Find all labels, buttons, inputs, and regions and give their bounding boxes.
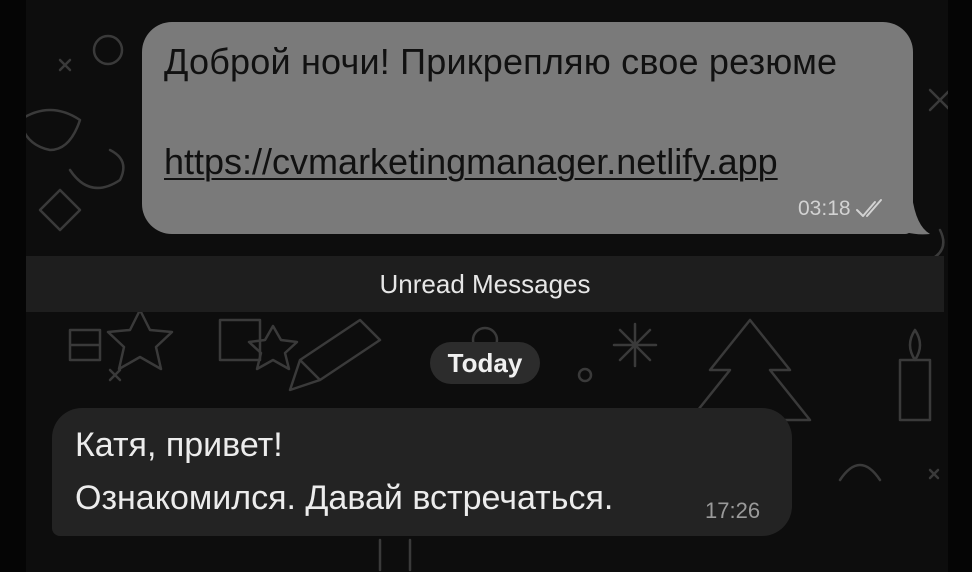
doodle-circle-icon	[92, 34, 124, 66]
screen-edge-right	[948, 0, 972, 572]
date-separator-label: Today	[447, 347, 523, 378]
doodle-tree-icon	[688, 318, 812, 422]
screen-edge-left	[0, 0, 26, 572]
doodle-sparkle-4-icon	[928, 88, 952, 112]
doodle-star-icon	[106, 308, 174, 371]
double-check-icon	[855, 199, 882, 217]
doodle-sparkle-icon	[58, 58, 72, 72]
incoming-message-time: 17:26	[705, 498, 761, 523]
doodle-leaf-icon	[18, 108, 82, 152]
resume-link[interactable]: https://cvmarketingmanager.netlify.app	[164, 138, 778, 186]
doodle-star-small-icon	[247, 324, 299, 371]
doodle-arc-icon	[838, 463, 882, 482]
doodle-pencil-icon	[288, 318, 382, 392]
unread-messages-label: Unread Messages	[379, 268, 591, 299]
chat-view: Доброй ночи! Прикрепляю свое резюме http…	[0, 0, 972, 572]
doodle-snowflake-icon	[612, 322, 658, 368]
outgoing-message-text: Доброй ночи! Прикрепляю свое резюме	[164, 41, 838, 82]
doodle-sparkle-3-icon	[928, 468, 940, 480]
doodle-dot-icon	[577, 367, 593, 383]
outgoing-message-meta: 03:18	[798, 196, 908, 222]
doodle-diamond-icon	[38, 188, 82, 232]
doodle-sparkle-2-icon	[108, 368, 122, 382]
incoming-message-line-2: Ознакомился. Давай встречаться.	[75, 479, 614, 517]
outgoing-message-time: 03:18	[798, 197, 851, 220]
doodle-gift-icon	[68, 328, 102, 362]
doodle-swirl-icon	[68, 148, 125, 190]
doodle-candle-icon	[898, 328, 932, 422]
doodle-lines-icon	[378, 538, 412, 572]
unread-messages-divider: Unread Messages	[26, 256, 944, 312]
doodle-box-icon	[218, 318, 262, 362]
incoming-message-line-1: Катя, привет!	[75, 426, 283, 464]
date-separator: Today	[430, 342, 540, 384]
